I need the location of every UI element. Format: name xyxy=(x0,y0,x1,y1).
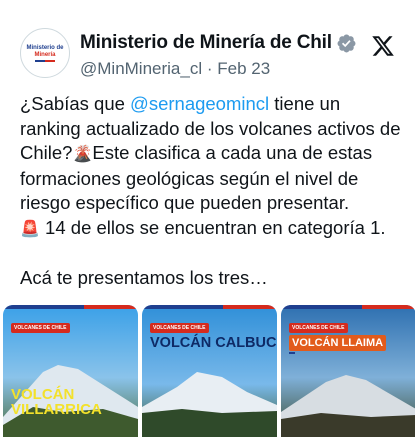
card-tag: VOLCANES DE CHILE xyxy=(289,323,348,333)
avatar-logo-line2: Minería xyxy=(34,51,56,58)
media-card-calbuco[interactable]: VOLCANES DE CHILE VOLCÁN CALBUCO xyxy=(142,305,277,437)
verified-badge-icon xyxy=(337,34,356,52)
mention-link[interactable]: @sernageomincl xyxy=(130,93,269,114)
tweet-text-part5: Acá te presentamos los tres… xyxy=(20,266,268,288)
avatar-logo-line1: Ministerio de xyxy=(26,44,64,51)
media-gallery: VOLCANES DE CHILE VOLCÁN VILLARRICA VOLC… xyxy=(0,305,415,437)
card-title-line2: VILLARRICA xyxy=(11,401,102,418)
siren-emoji-icon: 🚨 xyxy=(20,218,40,238)
separator-dot: · xyxy=(206,59,213,78)
media-card-llaima[interactable]: VOLCANES DE CHILE VOLCÁN LLAIMA xyxy=(281,305,415,437)
card-flag-bar xyxy=(281,305,415,309)
volcano-emoji-icon: 🌋 xyxy=(72,144,93,163)
avatar-logo: Ministerio de Minería xyxy=(26,44,64,62)
card-tag: VOLCANES DE CHILE xyxy=(11,323,70,333)
avatar[interactable]: Ministerio de Minería xyxy=(20,28,70,78)
tweet-date[interactable]: Feb 23 xyxy=(217,59,270,78)
card-title: VOLCÁN VILLARRICA xyxy=(11,387,102,417)
avatar-logo-flag xyxy=(34,59,55,62)
card-flag-bar xyxy=(3,305,138,309)
card-title-line1: VOLCÁN xyxy=(11,386,75,403)
media-card-villarrica[interactable]: VOLCANES DE CHILE VOLCÁN VILLARRICA xyxy=(3,305,138,437)
tweet-header: Ministerio de Minería Ministerio de Mine… xyxy=(20,18,395,82)
tweet-text-part4: 14 de ellos se encuentran en categoría 1… xyxy=(39,216,386,238)
author-display-name[interactable]: Ministerio de Minería de Chil xyxy=(80,32,332,54)
card-tag: VOLCANES DE CHILE xyxy=(150,323,209,333)
name-row: Ministerio de Minería de Chil xyxy=(80,32,357,54)
x-logo-icon[interactable] xyxy=(371,34,395,58)
tweet-text: ¿Sabías que @sernageomincl tiene un rank… xyxy=(20,92,405,290)
volcano-image xyxy=(142,372,277,437)
handle-row: @MinMineria_cl · Feb 23 xyxy=(80,59,270,79)
author-handle[interactable]: @MinMineria_cl xyxy=(80,59,202,78)
card-flag-bar xyxy=(142,305,277,309)
tweet-text-part1: ¿Sabías que xyxy=(20,93,131,114)
volcano-image xyxy=(281,375,415,437)
